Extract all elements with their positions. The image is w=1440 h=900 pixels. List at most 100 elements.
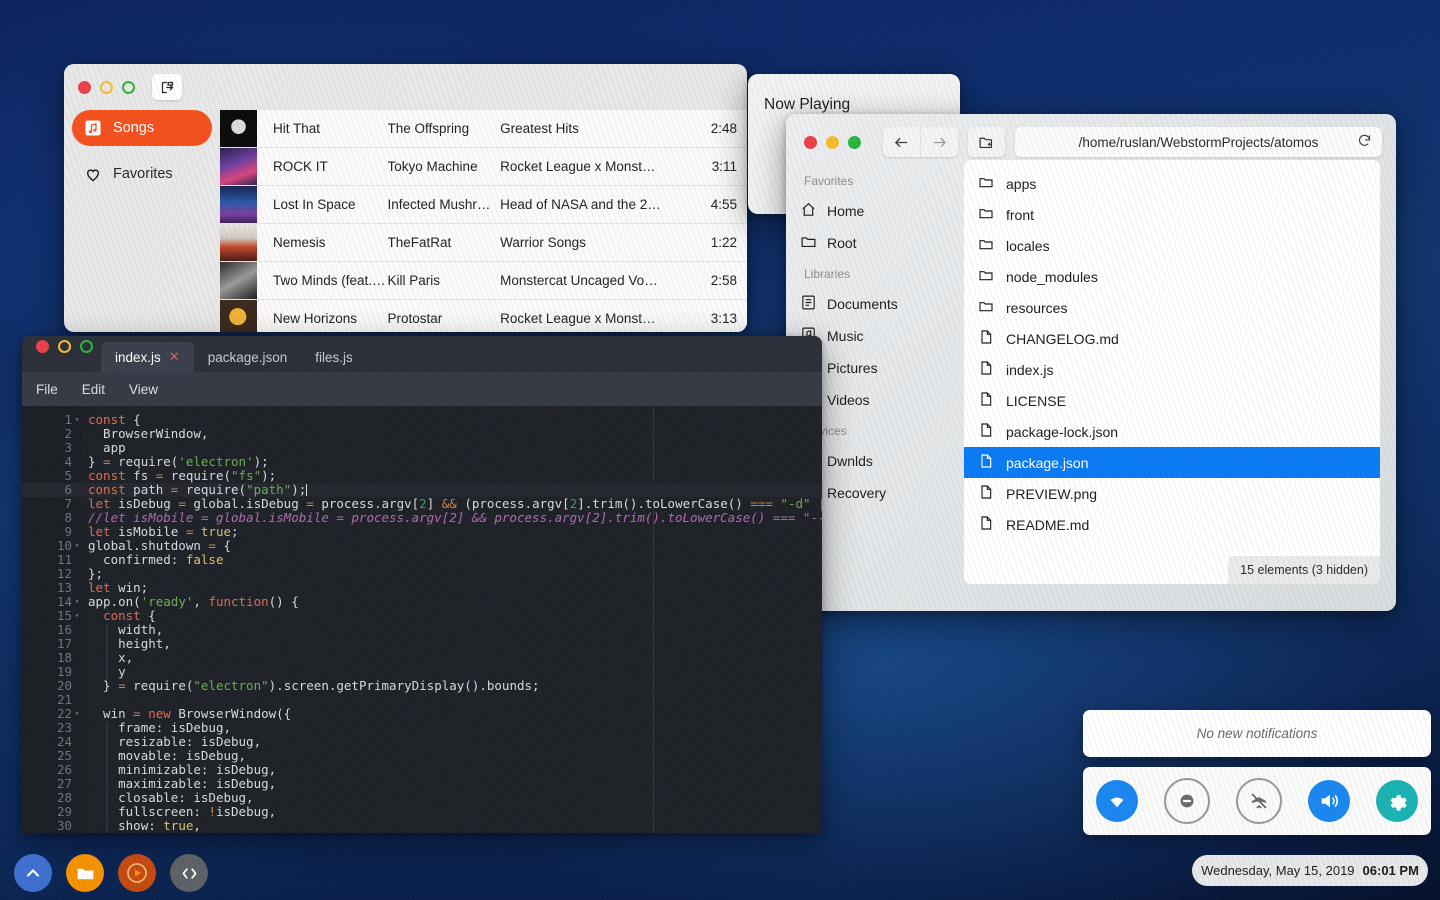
- list-item[interactable]: resources: [964, 292, 1380, 323]
- sidebar-item-documents[interactable]: Documents: [800, 288, 964, 320]
- fold-arrow-icon[interactable]: ▾: [72, 539, 82, 553]
- sidebar-item-home[interactable]: Home: [800, 195, 964, 227]
- sidebar-item-label: Dwnlds: [827, 453, 873, 469]
- line-number: 26: [56, 762, 72, 777]
- sidebar-item-label: Root: [827, 235, 857, 251]
- file-manager-toolbar: /home/ruslan/WebstormProjects/atomos: [786, 114, 1396, 160]
- fold-arrow-icon[interactable]: ▾: [72, 413, 82, 427]
- file-list[interactable]: apps front locales node_modules resource…: [964, 160, 1380, 584]
- menu-file[interactable]: File: [36, 382, 58, 397]
- new-folder-icon[interactable]: [968, 127, 1005, 157]
- table-row[interactable]: New Horizons Protostar Rocket League x M…: [220, 300, 747, 332]
- track-album: Head of NASA and the 2…: [500, 197, 661, 212]
- code-line: 17 | height,: [22, 637, 822, 651]
- maximize-button[interactable]: [80, 340, 93, 353]
- tab-package-json[interactable]: package.json: [194, 342, 302, 372]
- fold-arrow-icon[interactable]: ▾: [72, 595, 82, 609]
- code-line: 25 | movable: isDebug,: [22, 749, 822, 763]
- line-number: 14: [56, 594, 72, 609]
- play-icon[interactable]: [118, 854, 156, 892]
- code-line: 30 | show: true,: [22, 819, 822, 833]
- list-item[interactable]: package-lock.json: [964, 416, 1380, 447]
- reload-icon[interactable]: [1357, 133, 1372, 151]
- table-row[interactable]: Two Minds (feat.… Kill Paris Monstercat …: [220, 262, 747, 300]
- tab-files-js[interactable]: files.js: [301, 342, 367, 372]
- list-item[interactable]: index.js: [964, 354, 1380, 385]
- file-name: package.json: [1006, 454, 1089, 471]
- track-title: New Horizons: [273, 311, 358, 326]
- sidebar-item-songs[interactable]: Songs: [72, 110, 212, 146]
- sidebar-item-pictures[interactable]: Pictures: [800, 352, 964, 384]
- table-row[interactable]: ROCK IT Tokyo Machine Rocket League x Mo…: [220, 148, 747, 186]
- track-artist: TheFatRat: [387, 235, 452, 250]
- tab-index-js[interactable]: index.js ✕: [101, 342, 194, 372]
- music-note-icon: [84, 119, 102, 137]
- folder-icon: [978, 174, 994, 193]
- list-item[interactable]: node_modules: [964, 261, 1380, 292]
- fold-arrow-icon[interactable]: ▾: [72, 609, 82, 623]
- wifi-icon[interactable]: [1096, 780, 1138, 822]
- track-title: Nemesis: [273, 235, 326, 250]
- maximize-button[interactable]: [848, 135, 861, 149]
- track-title: Hit That: [273, 121, 321, 136]
- maximize-button[interactable]: [122, 80, 135, 94]
- list-item[interactable]: apps: [964, 168, 1380, 199]
- clock-widget[interactable]: Wednesday, May 15, 2019 06:01 PM: [1192, 855, 1428, 886]
- sidebar-group-libraries: Libraries: [804, 267, 851, 281]
- do-not-disturb-icon[interactable]: [1164, 778, 1210, 824]
- track-artist: The Offspring: [387, 121, 470, 136]
- file-name: PREVIEW.png: [1006, 485, 1098, 502]
- list-item[interactable]: locales: [964, 230, 1380, 261]
- menu-view[interactable]: View: [129, 382, 158, 397]
- fold-arrow-icon[interactable]: ▾: [72, 707, 82, 721]
- volume-icon[interactable]: [1308, 780, 1350, 822]
- close-button[interactable]: [804, 135, 817, 149]
- sidebar-item-music[interactable]: Music: [800, 320, 964, 352]
- folder-icon[interactable]: [66, 854, 104, 892]
- sidebar-item-favorites[interactable]: Favorites: [72, 156, 212, 192]
- gear-icon[interactable]: [1376, 780, 1418, 822]
- list-item[interactable]: front: [964, 199, 1380, 230]
- tab-label: package.json: [207, 349, 288, 365]
- export-icon[interactable]: [152, 74, 182, 100]
- sidebar-item-videos[interactable]: Videos: [800, 384, 964, 416]
- close-button[interactable]: [78, 80, 91, 94]
- editor-code-area[interactable]: 1 ▾ const { 2 BrowserWindow, 3 app 4} = re…: [22, 406, 822, 833]
- table-row[interactable]: Nemesis TheFatRat Warrior Songs 1:22: [220, 224, 747, 262]
- sidebar-item-dwnlds[interactable]: Dwnlds: [800, 445, 964, 477]
- sidebar-item-label: Documents: [827, 296, 898, 312]
- list-item[interactable]: CHANGELOG.md: [964, 323, 1380, 354]
- tab-label: files.js: [315, 349, 353, 365]
- line-number: 27: [56, 776, 72, 791]
- code-icon[interactable]: [170, 854, 208, 892]
- table-row[interactable]: Hit That The Offspring Greatest Hits 2:4…: [220, 110, 747, 148]
- minimize-button[interactable]: [58, 340, 71, 353]
- arrow-right-icon[interactable]: [920, 127, 958, 157]
- file-name: locales: [1006, 237, 1050, 254]
- file-name: resources: [1006, 299, 1068, 316]
- line-number: 19: [56, 664, 72, 679]
- menu-edit[interactable]: Edit: [82, 382, 105, 397]
- line-number: 2: [64, 426, 72, 441]
- close-button[interactable]: [36, 340, 49, 353]
- list-item[interactable]: LICENSE: [964, 385, 1380, 416]
- path-bar[interactable]: /home/ruslan/WebstormProjects/atomos: [1015, 127, 1382, 157]
- close-icon[interactable]: ✕: [169, 349, 180, 365]
- file-icon: [978, 515, 994, 534]
- table-row[interactable]: Lost In Space Infected Mushr… Head of NA…: [220, 186, 747, 224]
- album-art: [220, 186, 257, 223]
- minimize-button[interactable]: [826, 135, 839, 149]
- airplane-off-icon[interactable]: [1236, 778, 1282, 824]
- line-number: 15: [56, 608, 72, 623]
- line-number: 13: [56, 580, 72, 595]
- chevron-up-icon[interactable]: [14, 854, 52, 892]
- list-item[interactable]: PREVIEW.png: [964, 478, 1380, 509]
- track-list[interactable]: Hit That The Offspring Greatest Hits 2:4…: [220, 110, 747, 332]
- sidebar-item-label: Songs: [113, 120, 155, 136]
- sidebar-item-root[interactable]: Root: [800, 227, 964, 259]
- list-item[interactable]: package.json: [964, 447, 1380, 478]
- minimize-button[interactable]: [100, 80, 113, 94]
- list-item[interactable]: README.md: [964, 509, 1380, 540]
- arrow-left-icon[interactable]: [883, 127, 920, 157]
- sidebar-item-recovery[interactable]: Recovery: [800, 477, 964, 509]
